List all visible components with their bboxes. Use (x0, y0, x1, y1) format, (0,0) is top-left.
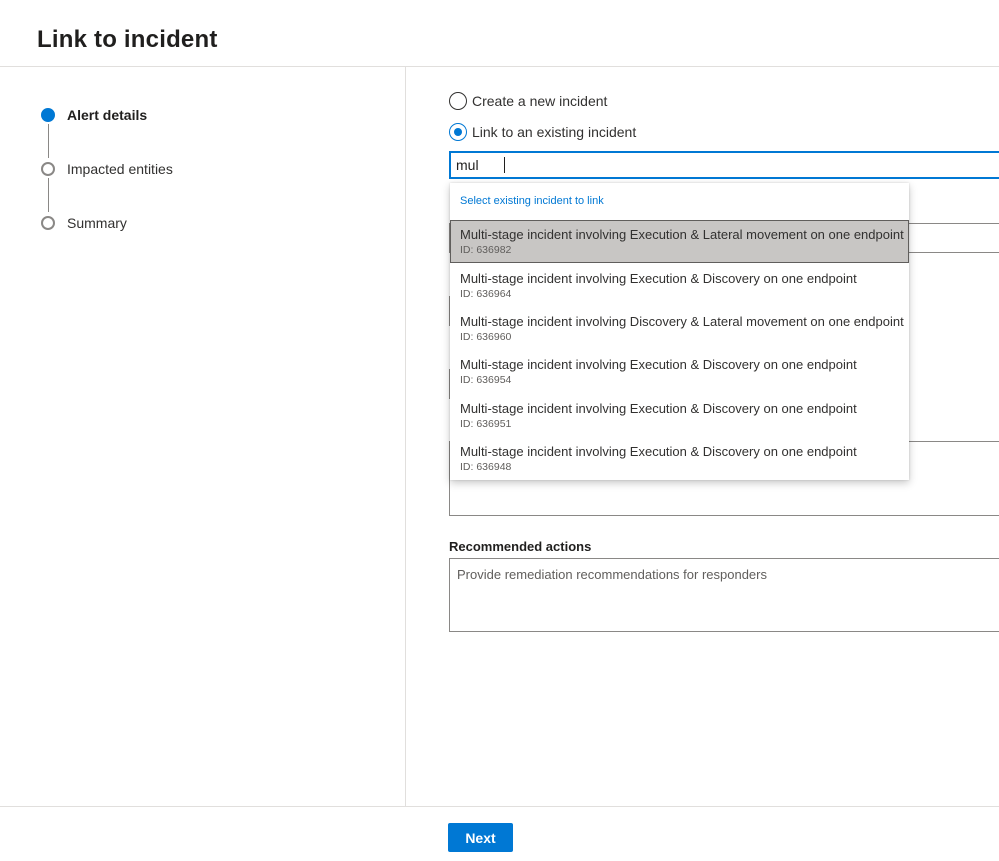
step-connector (48, 178, 49, 212)
radio-label: Create a new incident (472, 93, 608, 109)
incident-dropdown: Select existing incident to link Multi-s… (450, 183, 909, 480)
wizard-steps-pane (0, 67, 406, 806)
incident-title: Multi-stage incident involving Execution… (460, 357, 857, 372)
step-pending-icon (41, 162, 55, 176)
text-caret (504, 157, 505, 173)
incident-id: ID: 636960 (460, 331, 512, 343)
step-label: Alert details (67, 107, 148, 123)
incident-title: Multi-stage incident involving Execution… (460, 271, 857, 286)
incident-option[interactable]: Multi-stage incident involving Execution… (450, 264, 909, 307)
dropdown-header: Select existing incident to link (460, 195, 604, 207)
incident-id: ID: 636982 (460, 244, 512, 256)
incident-option[interactable]: Multi-stage incident involving Execution… (450, 350, 909, 393)
incident-option[interactable]: Multi-stage incident involving Execution… (450, 437, 909, 480)
page-title: Link to incident (37, 26, 218, 53)
textarea-placeholder: Provide remediation recommendations for … (457, 567, 767, 582)
incident-id: ID: 636964 (460, 288, 512, 300)
step-label: Summary (67, 215, 127, 231)
incident-title: Multi-stage incident involving Execution… (460, 444, 857, 459)
incident-id: ID: 636954 (460, 374, 512, 386)
incident-title: Multi-stage incident involving Execution… (460, 401, 857, 416)
next-button[interactable]: Next (448, 823, 513, 852)
incident-option[interactable]: Multi-stage incident involving Execution… (450, 220, 909, 263)
radio-label: Link to an existing incident (472, 124, 637, 140)
incident-option[interactable]: Multi-stage incident involving Discovery… (450, 307, 909, 350)
step-pending-icon (41, 216, 55, 230)
step-current-icon (41, 108, 55, 122)
search-input-value: mul (456, 157, 479, 173)
incident-search-input[interactable]: mul (449, 151, 999, 179)
step-connector (48, 124, 49, 158)
incident-option[interactable]: Multi-stage incident involving Execution… (450, 394, 909, 437)
incident-title: Multi-stage incident involving Execution… (460, 227, 904, 242)
footer-divider (0, 806, 999, 807)
recommended-actions-label: Recommended actions (449, 539, 592, 554)
step-label: Impacted entities (67, 161, 173, 177)
radio-checked-icon[interactable] (449, 123, 467, 141)
incident-id: ID: 636951 (460, 418, 512, 430)
radio-unchecked-icon[interactable] (449, 92, 467, 110)
incident-title: Multi-stage incident involving Discovery… (460, 314, 904, 329)
recommended-actions-textarea[interactable]: Provide remediation recommendations for … (449, 558, 999, 632)
incident-id: ID: 636948 (460, 461, 512, 473)
